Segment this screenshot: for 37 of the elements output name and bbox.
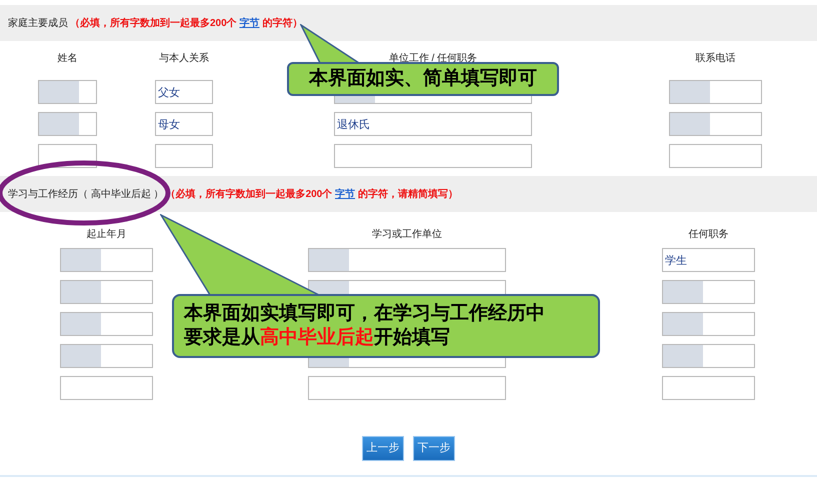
input-field[interactable] xyxy=(308,376,506,400)
column-heading: 与本人关系 xyxy=(159,52,209,66)
input-field[interactable] xyxy=(662,280,755,304)
input-field[interactable] xyxy=(155,144,213,168)
previous-button[interactable]: 上一步 xyxy=(362,436,404,461)
input-field[interactable] xyxy=(38,112,97,136)
input-field[interactable] xyxy=(308,248,506,272)
input-field[interactable] xyxy=(60,344,153,368)
input-field[interactable] xyxy=(662,344,755,368)
input-field[interactable]: 学生 xyxy=(662,248,755,272)
column-heading: 姓名 xyxy=(58,52,78,66)
callout-tail xyxy=(300,24,360,64)
input-field[interactable] xyxy=(38,80,97,104)
input-field[interactable] xyxy=(669,112,762,136)
bytes-link[interactable]: 字节 xyxy=(239,18,260,28)
column-heading: 联系电话 xyxy=(696,52,736,66)
section-title: 家庭主要成员 xyxy=(8,16,68,30)
column-heading: 任何职务 xyxy=(688,228,728,242)
input-field[interactable] xyxy=(60,376,153,400)
input-field[interactable] xyxy=(662,312,755,336)
input-field[interactable]: 退休氏 xyxy=(334,112,532,136)
column-heading: 学习或工作单位 xyxy=(372,228,442,242)
next-button[interactable]: 下一步 xyxy=(413,436,455,461)
section-title: 学习与工作经历（ 高中毕业后起 ） xyxy=(8,188,164,202)
input-field[interactable]: 父女 xyxy=(155,80,213,104)
input-field[interactable] xyxy=(662,376,755,400)
input-field[interactable] xyxy=(334,144,532,168)
input-field[interactable] xyxy=(60,280,153,304)
input-field[interactable] xyxy=(60,312,153,336)
input-field[interactable] xyxy=(669,80,762,104)
input-field[interactable] xyxy=(669,144,762,168)
column-heading: 起止年月 xyxy=(86,228,126,242)
input-field[interactable]: 母女 xyxy=(155,112,213,136)
section-note: （必填，所有字数加到一起最多200个 字节 的字符） xyxy=(70,16,302,30)
section-note: （必填，所有字数加到一起最多200个 字节 的字符，请精简填写） xyxy=(166,187,458,202)
bytes-link[interactable]: 字节 xyxy=(335,188,356,200)
input-field[interactable] xyxy=(60,248,153,272)
